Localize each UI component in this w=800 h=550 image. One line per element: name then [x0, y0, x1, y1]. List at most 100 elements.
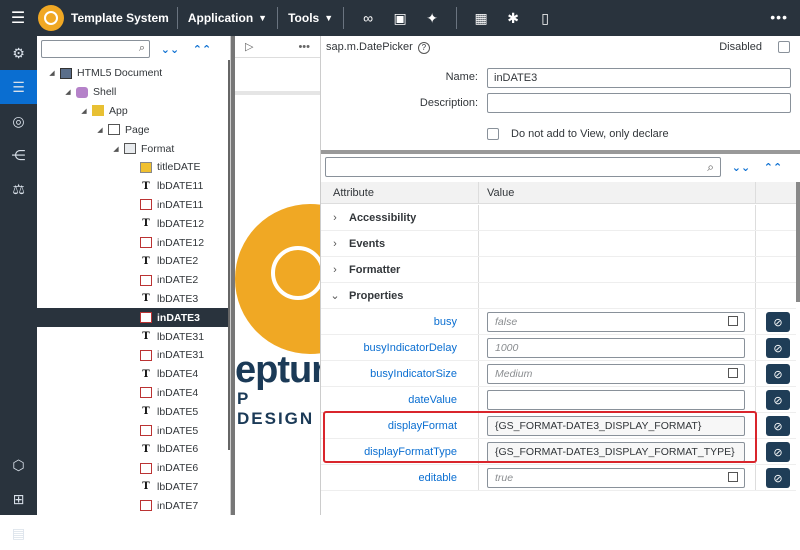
tree-item-label: Format [141, 142, 175, 155]
expand-all-icon[interactable]: ⌄⌄ [158, 43, 182, 56]
outline-list-icon[interactable]: ☰ [0, 70, 37, 104]
search-icon[interactable]: ⌕ [139, 42, 145, 55]
app-title: Template System [71, 11, 169, 25]
tree-item[interactable]: TlbDATE7 [37, 478, 230, 497]
expand-triangle-icon[interactable]: ◢ [111, 145, 121, 153]
cube-icon[interactable]: ⬡ [0, 448, 37, 482]
chevron-down-icon[interactable]: ⌄ [321, 289, 349, 302]
tree-item[interactable]: TlbDATE6 [37, 440, 230, 459]
binoculars-icon[interactable]: ∞ [352, 0, 384, 36]
unbind-icon[interactable]: ⊘ [766, 364, 790, 384]
group-row-events[interactable]: › Events [321, 231, 796, 257]
unbind-icon[interactable]: ⊘ [766, 416, 790, 436]
tree-item[interactable]: ◢ Page [37, 120, 230, 139]
tree-item-label: Shell [93, 86, 117, 99]
tree-item[interactable]: TlbDATE3 [37, 290, 230, 309]
expand-triangle-icon[interactable]: ◢ [95, 126, 105, 134]
datepicker-icon [140, 500, 152, 512]
menu-application-label: Application [187, 11, 254, 25]
table-icon[interactable]: ▤ [0, 516, 37, 550]
property-value-input[interactable]: true [487, 467, 745, 488]
search-icon[interactable]: ⌕ [707, 160, 714, 175]
calendar-settings-icon[interactable]: ▦ [465, 0, 497, 36]
tree-item[interactable]: inDATE31 [37, 346, 230, 365]
group-row-accessibility[interactable]: › Accessibility [321, 205, 796, 231]
disabled-checkbox[interactable] [778, 41, 790, 53]
declare-checkbox[interactable] [487, 128, 499, 140]
menu-tools[interactable]: Tools ▼ [286, 11, 335, 25]
description-field[interactable] [487, 93, 791, 113]
tablet-icon[interactable]: ▯ [529, 0, 561, 36]
unbind-icon[interactable]: ⊘ [766, 338, 790, 358]
tree-item[interactable]: ◢ Format [37, 139, 230, 158]
tree-item[interactable]: inDATE4 [37, 384, 230, 403]
property-value-input[interactable] [487, 389, 745, 410]
tree-item[interactable]: TlbDATE31 [37, 327, 230, 346]
group-label: Formatter [349, 263, 401, 276]
property-value-input[interactable]: false [487, 311, 745, 332]
tree-item[interactable]: TlbDATE5 [37, 402, 230, 421]
expand-all-icon[interactable]: ⌄⌄ [729, 161, 753, 174]
name-label: Name: [445, 71, 478, 83]
property-value-input[interactable]: Medium [487, 363, 745, 384]
settings-gear-icon[interactable]: ⚙ [0, 36, 37, 70]
tree-item[interactable]: inDATE2 [37, 271, 230, 290]
tree-item[interactable]: TlbDATE2 [37, 252, 230, 271]
debug-bug-icon[interactable]: ✱ [497, 0, 529, 36]
unbind-icon[interactable]: ⊘ [766, 468, 790, 488]
more-options-icon[interactable]: ••• [770, 9, 788, 25]
value-help-icon[interactable] [728, 471, 738, 482]
datepicker-icon [140, 274, 152, 286]
tree-search-input[interactable]: ⌕ [41, 40, 150, 58]
group-row-formatter[interactable]: › Formatter [321, 257, 796, 283]
name-field[interactable]: inDATE3 [487, 68, 791, 88]
unbind-icon[interactable]: ⊘ [766, 442, 790, 462]
save-icon[interactable]: ▣ [384, 0, 416, 36]
tree-item[interactable]: ◢ HTML5 Document [37, 64, 230, 83]
share-nodes-icon[interactable]: ⋲ [0, 138, 37, 172]
balance-scale-icon[interactable]: ⚖ [0, 172, 37, 206]
properties-scrollbar[interactable] [796, 182, 800, 302]
tree-item[interactable]: TlbDATE4 [37, 365, 230, 384]
value-help-icon[interactable] [728, 367, 738, 378]
tree-item[interactable]: inDATE7 [37, 496, 230, 515]
tree-item[interactable]: inDATE6 [37, 459, 230, 478]
chevron-right-icon[interactable]: › [321, 264, 349, 276]
expand-triangle-icon[interactable]: ◢ [47, 69, 57, 77]
tree-item[interactable]: titleDATE [37, 158, 230, 177]
unbind-icon[interactable]: ⊘ [766, 312, 790, 332]
property-value-input[interactable]: 1000 [487, 337, 745, 358]
tree-item[interactable]: inDATE5 [37, 421, 230, 440]
hamburger-menu-icon[interactable]: ☰ [0, 0, 36, 36]
value-help-icon[interactable] [728, 315, 738, 326]
globe-icon[interactable]: ◎ [0, 104, 37, 138]
group-row-properties[interactable]: ⌄ Properties [321, 283, 796, 309]
tree-item[interactable]: TlbDATE12 [37, 214, 230, 233]
properties-search-input[interactable]: ⌕ [325, 157, 721, 177]
control-type: sap.m.DatePicker? [326, 41, 430, 54]
collapse-all-icon[interactable]: ⌃⌃ [190, 43, 214, 56]
more-options-icon[interactable]: ••• [298, 41, 310, 53]
group-label: Properties [349, 289, 404, 302]
tree-item-selected[interactable]: inDATE3 [37, 308, 230, 328]
play-icon[interactable]: ▷ [245, 40, 253, 53]
magic-wand-icon[interactable]: ✦ [416, 0, 448, 36]
tree-item[interactable]: TlbDATE11 [37, 177, 230, 196]
tree-item[interactable]: inDATE12 [37, 233, 230, 252]
collapse-all-icon[interactable]: ⌃⌃ [761, 161, 785, 174]
chevron-right-icon[interactable]: › [321, 212, 349, 224]
chevron-right-icon[interactable]: › [321, 238, 349, 250]
tree-item[interactable]: ◢ Shell [37, 83, 230, 102]
group-label: Events [349, 237, 386, 250]
property-row: dateValue [321, 387, 796, 413]
label-icon: T [142, 180, 150, 192]
unbind-icon[interactable]: ⊘ [766, 390, 790, 410]
tree-item[interactable]: ◢ App [37, 102, 230, 121]
property-label: busyIndicatorDelay [363, 341, 457, 354]
tree-item[interactable]: inDATE11 [37, 196, 230, 215]
help-icon[interactable]: ? [417, 41, 430, 54]
expand-triangle-icon[interactable]: ◢ [63, 88, 73, 96]
hierarchy-icon[interactable]: ⊞ [0, 482, 37, 516]
expand-triangle-icon[interactable]: ◢ [79, 107, 89, 115]
menu-application[interactable]: Application ▼ [186, 11, 269, 25]
